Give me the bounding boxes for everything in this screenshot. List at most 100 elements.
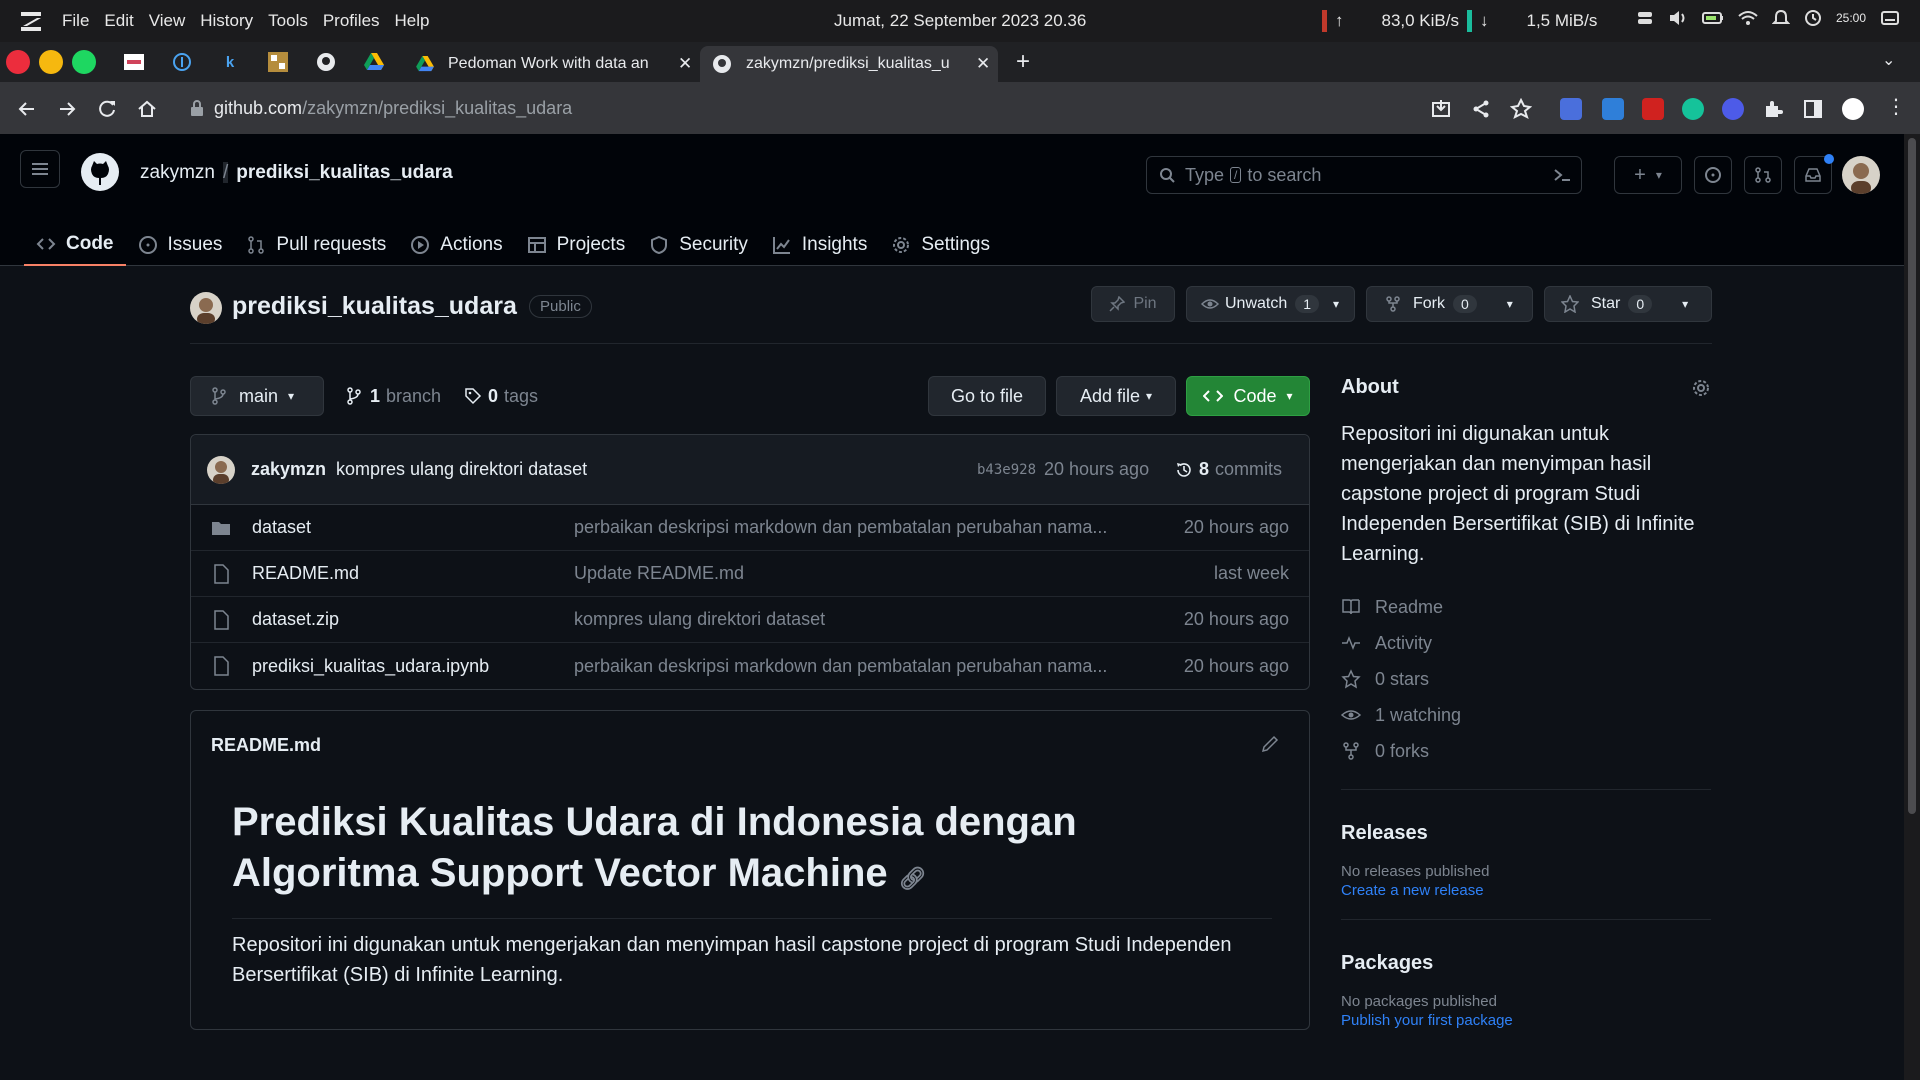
menu-view[interactable]: View [149,11,186,31]
forward-icon[interactable] [56,98,78,120]
owner-avatar[interactable] [190,292,222,324]
file-commit-message[interactable]: perbaikan deskripsi markdown dan pembata… [574,656,1158,677]
commit-sha[interactable]: b43e928 [977,462,1036,478]
reload-icon[interactable] [96,98,118,120]
branches-link[interactable]: 1 branch [346,376,441,416]
pinned-tab-2[interactable] [170,50,194,74]
inbox-button[interactable] [1794,154,1834,194]
file-row[interactable]: prediksi_kualitas_udara.ipynb perbaikan … [191,643,1309,689]
breadcrumb-repo[interactable]: prediksi_kualitas_udara [236,162,453,183]
menu-history[interactable]: History [200,11,253,31]
volume-icon[interactable] [1668,9,1688,27]
pull-requests-button[interactable] [1744,156,1782,194]
scrollbar-thumb[interactable] [1908,138,1916,814]
breadcrumb-owner[interactable]: zakymzn [140,162,215,183]
timer-icon[interactable] [1804,9,1822,27]
side-panel-icon[interactable] [1802,98,1824,120]
add-file-button[interactable]: Add file ▾ [1056,376,1176,416]
zorin-logo-icon[interactable] [20,10,42,32]
go-to-file-button[interactable]: Go to file [928,376,1046,416]
browser-tab-2[interactable]: zakymzn/prediksi_kualitas_u ✕ [700,46,998,82]
window-minimize-button[interactable] [39,50,63,74]
code-button[interactable]: Code ▾ [1186,376,1310,416]
pinned-tab-3[interactable]: k [218,50,242,74]
tab-actions[interactable]: Actions [398,224,514,266]
commit-message[interactable]: kompres ulang direktori dataset [336,459,587,480]
unwatch-button[interactable]: Unwatch 1 ▾ [1186,286,1355,322]
repo-title[interactable]: prediksi_kualitas_udara [232,292,517,321]
file-row[interactable]: dataset.zip kompres ulang direktori data… [191,597,1309,643]
extensions-puzzle-icon[interactable] [1762,98,1784,120]
wifi-icon[interactable] [1738,10,1758,26]
fork-button[interactable]: Fork 0 ▾ [1366,286,1533,322]
commits-link[interactable]: 8 commits [1175,459,1282,480]
command-palette-icon[interactable] [1553,167,1571,183]
address-bar[interactable]: github.com/zakymzn/prediksi_kualitas_uda… [180,90,1410,126]
forks-link[interactable]: 0 forks [1341,733,1711,769]
page-scrollbar[interactable] [1904,134,1920,1080]
file-name[interactable]: prediksi_kualitas_udara.ipynb [252,656,489,677]
branch-select-button[interactable]: main ▾ [190,376,324,416]
pinned-tab-6[interactable] [362,50,386,74]
activity-link[interactable]: Activity [1341,625,1711,661]
grammarly-icon[interactable] [1682,98,1704,120]
extension-icon[interactable] [1722,98,1744,120]
tab-issues[interactable]: Issues [126,224,235,266]
anchor-link-icon[interactable]: 🔗︎ [899,866,927,891]
gear-icon[interactable] [1691,378,1711,398]
profile-avatar[interactable] [1842,98,1864,120]
user-avatar[interactable] [1842,156,1880,194]
pinned-tab-1[interactable] [122,50,146,74]
pinned-tab-5[interactable] [314,50,338,74]
tab-pull-requests[interactable]: Pull requests [234,224,398,266]
menu-help[interactable]: Help [395,11,430,31]
pinned-tab-4[interactable] [266,50,290,74]
extension-icon[interactable] [1642,98,1664,120]
window-maximize-button[interactable] [72,50,96,74]
tab-close-icon[interactable]: ✕ [678,54,692,74]
kebab-menu-icon[interactable]: ⋮ [1886,94,1906,119]
pin-button[interactable]: Pin [1091,286,1175,322]
file-commit-message[interactable]: kompres ulang direktori dataset [574,609,1158,630]
clock-datetime[interactable]: Jumat, 22 September 2023 20.36 [834,11,1086,31]
readme-filename[interactable]: README.md [211,735,321,756]
extension-icon[interactable] [1602,98,1624,120]
readme-link[interactable]: Readme [1341,589,1711,625]
packages-title[interactable]: Packages [1341,952,1711,975]
file-row[interactable]: dataset perbaikan deskripsi markdown dan… [191,505,1309,551]
file-commit-message[interactable]: perbaikan deskripsi markdown dan pembata… [574,517,1158,538]
timer-label[interactable]: 25:00 [1836,11,1866,25]
issues-button[interactable] [1694,156,1732,194]
publish-package-link[interactable]: Publish your first package [1341,1012,1711,1029]
pencil-edit-icon[interactable] [1261,735,1279,753]
commit-author-avatar[interactable] [207,456,235,484]
commit-author[interactable]: zakymzn [251,459,326,480]
releases-title[interactable]: Releases [1341,822,1711,845]
screen-icon[interactable] [1880,10,1900,26]
tab-close-icon[interactable]: ✕ [976,54,990,74]
menu-edit[interactable]: Edit [104,11,133,31]
share-icon[interactable] [1470,98,1492,120]
hamburger-button[interactable] [20,150,60,188]
tab-code[interactable]: Code [24,224,126,266]
storage-icon[interactable] [1636,9,1654,27]
tab-projects[interactable]: Projects [515,224,638,266]
home-icon[interactable] [136,98,158,120]
browser-tab-1[interactable]: Pedoman Work with data an ✕ [404,46,694,82]
translate-extension-icon[interactable] [1560,98,1582,120]
window-close-button[interactable] [6,50,30,74]
tab-insights[interactable]: Insights [760,224,879,266]
star-button[interactable]: Star 0 ▾ [1544,286,1712,322]
tab-settings[interactable]: Settings [879,224,1002,266]
new-tab-icon[interactable]: + [1016,48,1030,76]
bookmark-star-icon[interactable] [1510,98,1532,120]
stars-link[interactable]: 0 stars [1341,661,1711,697]
file-row[interactable]: README.md Update README.md last week [191,551,1309,597]
create-new-button[interactable]: + ▾ [1614,156,1682,194]
lock-icon[interactable] [190,100,204,116]
menu-tools[interactable]: Tools [268,11,308,31]
battery-icon[interactable] [1701,11,1724,25]
tags-link[interactable]: 0 tags [464,376,538,416]
file-name[interactable]: dataset.zip [252,609,339,630]
menu-file[interactable]: File [62,11,89,31]
